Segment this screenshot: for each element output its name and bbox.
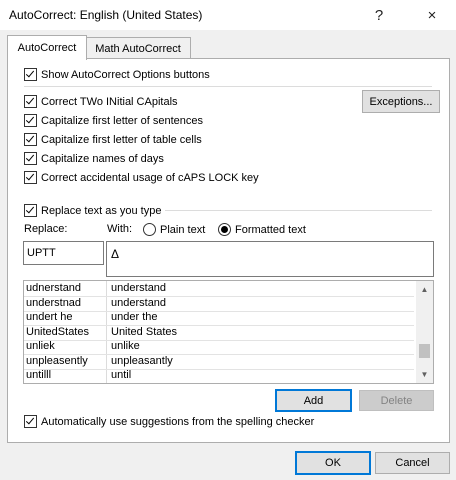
correct-two-initial-checkbox[interactable]: Correct TWo INitial CApitals xyxy=(24,95,178,108)
capitalize-sentences-label: Capitalize first letter of sentences xyxy=(41,114,204,127)
correct-two-initial-label: Correct TWo INitial CApitals xyxy=(41,95,178,108)
entry-from: undert he xyxy=(26,311,73,323)
plain-text-radio[interactable]: Plain text xyxy=(143,223,205,236)
window-title: AutoCorrect: English (United States) xyxy=(9,8,203,22)
entry-from: untilll xyxy=(26,369,52,381)
chevron-up-icon[interactable]: ▲ xyxy=(416,281,433,298)
plain-text-label: Plain text xyxy=(160,223,206,236)
exceptions-button[interactable]: Exceptions... xyxy=(362,90,440,113)
replace-text-checkbox[interactable]: Replace text as you type xyxy=(24,204,166,217)
add-button-label: Add xyxy=(303,394,324,407)
entry-from: unliek xyxy=(26,340,55,352)
spelling-suggestions-label: Automatically use suggestions from the s… xyxy=(41,415,315,428)
replace-input-value: UPTT xyxy=(27,247,56,259)
entry-from: udnerstand xyxy=(26,282,82,294)
scrollbar-thumb[interactable] xyxy=(419,343,430,358)
formatted-text-label: Formatted text xyxy=(235,223,306,236)
table-row[interactable]: untilll until xyxy=(24,368,414,383)
checkbox-checked-icon xyxy=(24,204,37,217)
add-button[interactable]: Add xyxy=(275,389,352,412)
capitalize-table-cells-checkbox[interactable]: Capitalize first letter of table cells xyxy=(24,133,202,146)
ok-button[interactable]: OK xyxy=(295,451,371,475)
checkbox-checked-icon xyxy=(24,68,37,81)
replace-input[interactable]: UPTT xyxy=(23,241,104,265)
cancel-button[interactable]: Cancel xyxy=(375,452,450,474)
ok-button-label: OK xyxy=(325,457,341,469)
autocorrect-entries-list[interactable]: udnerstand understand understnad underst… xyxy=(23,280,434,384)
radio-off-icon xyxy=(143,223,156,236)
list-scrollbar[interactable]: ▲ ▼ xyxy=(416,281,433,383)
entry-to: until xyxy=(111,369,132,381)
entry-from: unpleasently xyxy=(26,354,88,367)
capitalize-days-label: Capitalize names of days xyxy=(41,152,164,165)
correct-caps-lock-label: Correct accidental usage of cAPS LOCK ke… xyxy=(41,171,259,184)
checkbox-checked-icon xyxy=(24,152,37,165)
radio-on-icon xyxy=(218,223,231,236)
divider xyxy=(24,86,432,87)
close-icon[interactable]: × xyxy=(410,1,454,29)
formatted-text-radio[interactable]: Formatted text xyxy=(218,223,306,236)
entry-to: unlike xyxy=(111,340,140,352)
show-buttons-label: Show AutoCorrect Options buttons xyxy=(41,68,210,81)
help-icon[interactable]: ? xyxy=(357,1,401,29)
checkbox-checked-icon xyxy=(24,415,37,428)
entry-to: understand xyxy=(111,282,167,294)
entry-to: under the xyxy=(111,311,158,323)
entry-from: UnitedStates xyxy=(26,325,89,338)
checkbox-checked-icon xyxy=(24,171,37,184)
with-input[interactable]: Δ xyxy=(106,241,434,277)
show-buttons-checkbox[interactable]: Show AutoCorrect Options buttons xyxy=(24,68,210,81)
entry-from: understnad xyxy=(26,296,82,309)
delete-button-label: Delete xyxy=(380,394,413,407)
spelling-suggestions-checkbox[interactable]: Automatically use suggestions from the s… xyxy=(24,415,314,428)
entry-to: understand xyxy=(111,296,167,309)
tab-math-autocorrect[interactable]: Math AutoCorrect xyxy=(85,37,191,59)
tab-autocorrect[interactable]: AutoCorrect xyxy=(7,35,87,60)
cancel-button-label: Cancel xyxy=(395,457,430,469)
capitalize-sentences-checkbox[interactable]: Capitalize first letter of sentences xyxy=(24,114,203,127)
chevron-down-icon[interactable]: ▼ xyxy=(416,366,433,383)
correct-caps-lock-checkbox[interactable]: Correct accidental usage of cAPS LOCK ke… xyxy=(24,171,259,184)
delete-button[interactable]: Delete xyxy=(359,390,434,411)
with-label: With: xyxy=(107,223,133,235)
with-input-value: Δ xyxy=(111,247,120,261)
entry-to: United States xyxy=(111,325,178,338)
replace-text-label: Replace text as you type xyxy=(41,204,162,217)
checkbox-checked-icon xyxy=(24,133,37,146)
checkbox-checked-icon xyxy=(24,95,37,108)
checkbox-checked-icon xyxy=(24,114,37,127)
entry-to: unpleasantly xyxy=(111,354,173,367)
capitalize-table-cells-label: Capitalize first letter of table cells xyxy=(41,133,202,146)
replace-label: Replace: xyxy=(24,223,68,235)
capitalize-days-checkbox[interactable]: Capitalize names of days xyxy=(24,152,164,165)
